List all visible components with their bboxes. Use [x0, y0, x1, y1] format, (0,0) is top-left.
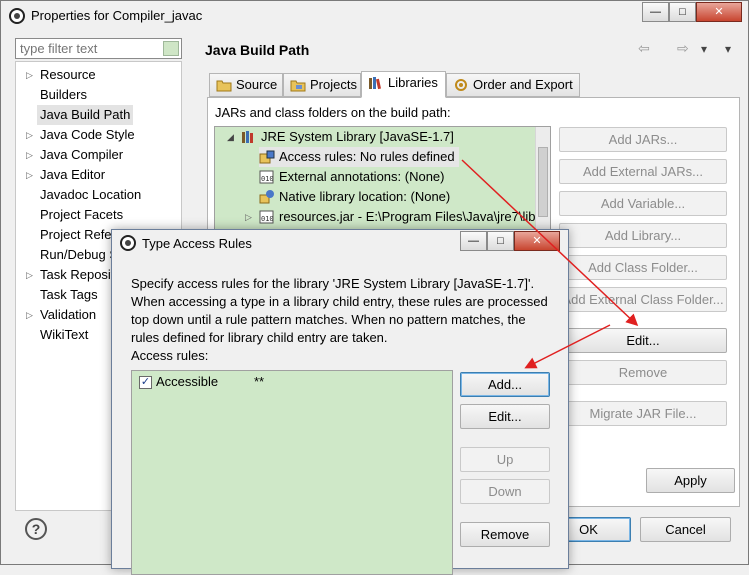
filter-box: [15, 38, 182, 59]
dialog-remove-button[interactable]: Remove: [460, 522, 550, 547]
eclipse-icon: [120, 235, 136, 251]
page-title: Java Build Path: [205, 42, 310, 58]
dialog-down-button[interactable]: Down: [460, 479, 550, 504]
clear-filter-icon[interactable]: [163, 41, 179, 56]
apply-button[interactable]: Apply: [646, 468, 735, 493]
forward-arrow-icon[interactable]: ⇨: [677, 40, 689, 57]
collapse-arrow-icon[interactable]: ◢: [227, 127, 234, 147]
expand-arrow-icon[interactable]: ▷: [245, 207, 252, 227]
minimize-button[interactable]: —: [642, 2, 669, 22]
order-export-icon: [455, 79, 467, 91]
dialog-maximize-button[interactable]: □: [487, 231, 514, 251]
edit-button[interactable]: Edit...: [559, 328, 727, 353]
add-external-jars-button[interactable]: Add External JARs...: [559, 159, 727, 184]
add-library-button[interactable]: Add Library...: [559, 223, 727, 248]
back-arrow-icon[interactable]: ⇦: [638, 40, 650, 57]
dialog-up-button[interactable]: Up: [460, 447, 550, 472]
tree-scrollbar[interactable]: [535, 127, 550, 235]
dialog-close-button[interactable]: ✕: [514, 231, 560, 251]
add-jars-button[interactable]: Add JARs...: [559, 127, 727, 152]
libraries-icon: [369, 77, 381, 90]
help-icon[interactable]: ?: [25, 518, 47, 540]
dialog-minimize-button[interactable]: —: [460, 231, 487, 251]
add-external-class-folder-button[interactable]: Add External Class Folder...: [559, 287, 727, 312]
dialog-title: Type Access Rules: [142, 236, 252, 251]
tab-order-and-export[interactable]: Order and Export: [446, 73, 580, 97]
eclipse-icon: [9, 8, 25, 24]
access-rules-label: Access rules:: [131, 348, 209, 363]
annotations-icon: 010: [259, 170, 274, 184]
add-variable-button[interactable]: Add Variable...: [559, 191, 727, 216]
filter-input[interactable]: [16, 39, 156, 58]
cancel-button[interactable]: Cancel: [640, 517, 731, 542]
expand-arrow-icon[interactable]: ▷: [26, 165, 36, 185]
close-button[interactable]: ✕: [696, 2, 742, 22]
tree-row-access-rules[interactable]: Access rules: No rules defined: [259, 147, 459, 167]
type-access-rules-dialog: Type Access Rules — □ ✕ Specify access r…: [111, 229, 569, 575]
migrate-jar-button[interactable]: Migrate JAR File...: [559, 401, 727, 426]
build-path-label: JARs and class folders on the build path…: [215, 105, 451, 120]
scrollbar-thumb[interactable]: [538, 147, 548, 217]
dialog-edit-button[interactable]: Edit...: [460, 404, 550, 429]
expand-arrow-icon[interactable]: ▷: [26, 145, 36, 165]
tab-libraries[interactable]: Libraries: [361, 71, 446, 98]
rule-checkbox[interactable]: ✓: [139, 376, 152, 389]
expand-arrow-icon[interactable]: ▷: [26, 125, 36, 145]
expand-arrow-icon[interactable]: ▷: [26, 305, 36, 325]
build-path-tree: ◢ JRE System Library [JavaSE-1.7] Access…: [214, 126, 551, 236]
native-library-icon: [259, 190, 274, 204]
jar-file-icon: 010: [259, 210, 274, 224]
dialog-title-bar: Type Access Rules — □ ✕: [112, 230, 568, 256]
tab-projects[interactable]: Projects: [283, 73, 361, 97]
dialog-message: Specify access rules for the library 'JR…: [131, 276, 548, 345]
remove-button[interactable]: Remove: [559, 360, 727, 385]
dialog-add-button[interactable]: Add...: [460, 372, 550, 397]
rule-kind: Accessible: [156, 374, 219, 389]
view-menu-dropdown-icon[interactable]: ▾: [725, 42, 731, 56]
svg-text:010: 010: [261, 175, 274, 183]
expand-arrow-icon[interactable]: ▷: [26, 65, 36, 85]
window-title: Properties for Compiler_javac: [31, 8, 203, 23]
title-bar: Properties for Compiler_javac — □ ✕: [1, 1, 748, 31]
access-rules-icon: [259, 150, 275, 164]
access-rules-list: ✓ Accessible **: [131, 370, 453, 575]
source-folder-icon: [216, 80, 232, 92]
project-folder-icon: [290, 80, 306, 92]
maximize-button[interactable]: □: [669, 2, 696, 22]
svg-text:010: 010: [261, 215, 274, 223]
add-class-folder-button[interactable]: Add Class Folder...: [559, 255, 727, 280]
rule-pattern: **: [254, 374, 265, 389]
expand-arrow-icon[interactable]: ▷: [26, 265, 36, 285]
jre-library-icon: [242, 131, 253, 143]
view-menu-icon[interactable]: ▾: [701, 42, 707, 56]
tab-source[interactable]: Source: [209, 73, 283, 97]
list-item[interactable]: ✓ Accessible **: [132, 372, 452, 392]
